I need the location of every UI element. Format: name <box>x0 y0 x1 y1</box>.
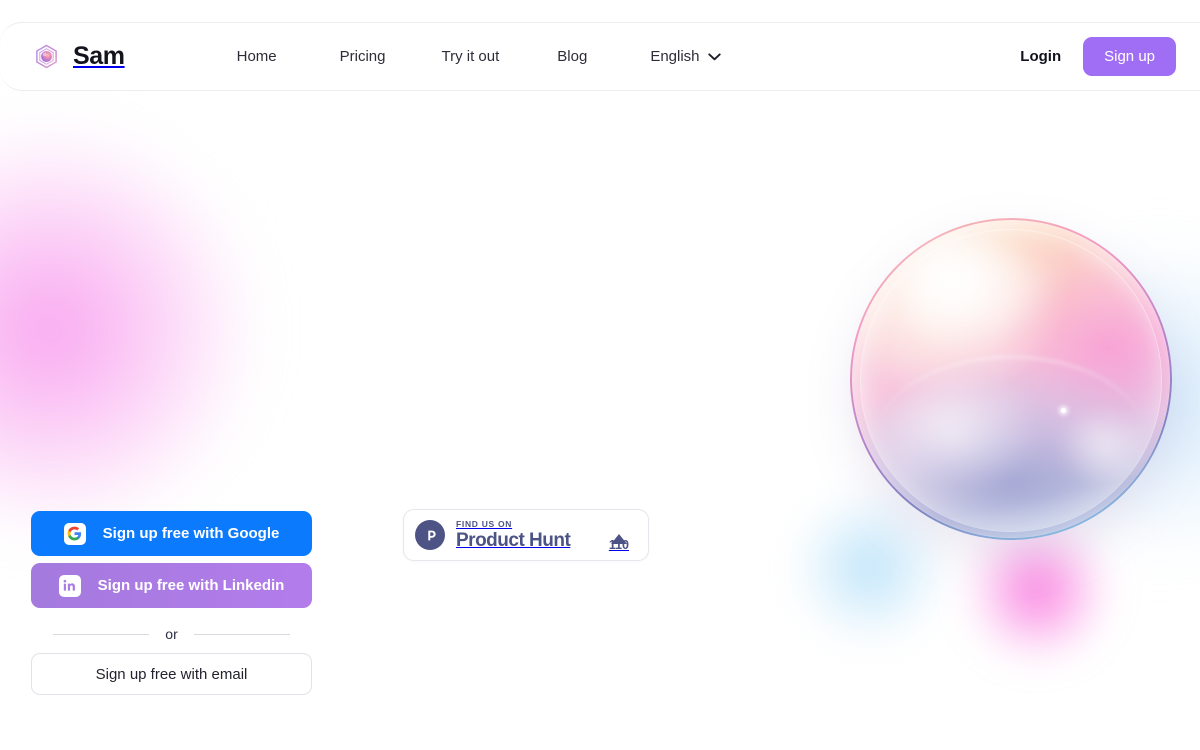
nav-home[interactable]: Home <box>237 42 277 71</box>
product-hunt-upvote-count: 110 <box>608 538 629 553</box>
google-g-icon <box>63 522 86 545</box>
hexagon-gradient-orb-icon <box>31 41 62 72</box>
signup-options: Sign up free with Google Sign up free wi… <box>31 511 312 695</box>
iridescent-bubble-sphere <box>850 218 1172 540</box>
linkedin-in-icon <box>58 574 81 597</box>
divider-line-left <box>53 633 150 635</box>
header-actions: Login Sign up <box>1020 37 1176 76</box>
product-hunt-p-icon <box>415 520 445 550</box>
bubble-highlight-top <box>901 240 1050 350</box>
divider-line-right <box>193 633 291 635</box>
product-hunt-badge[interactable]: FIND US ON Product Hunt 110 <box>403 509 649 561</box>
main-navigation: Home Pricing Try it out Blog English <box>237 42 721 71</box>
signup-email-button[interactable]: Sign up free with email <box>31 653 312 695</box>
product-hunt-upvote[interactable]: 110 <box>608 517 629 553</box>
signup-google-label: Sign up free with Google <box>102 525 280 542</box>
brand-logo-link[interactable]: Sam <box>31 41 125 72</box>
signup-google-button[interactable]: Sign up free with Google <box>31 511 312 556</box>
product-hunt-eyebrow: FIND US ON <box>456 518 513 529</box>
nav-blog[interactable]: Blog <box>557 42 587 71</box>
brand-name: Sam <box>73 42 125 70</box>
signup-button[interactable]: Sign up <box>1083 37 1176 76</box>
signup-linkedin-button[interactable]: Sign up free with Linkedin <box>31 563 312 608</box>
nav-pricing[interactable]: Pricing <box>340 42 386 71</box>
site-header: Sam Home Pricing Try it out Blog English… <box>0 22 1200 91</box>
landing-page: Sam Home Pricing Try it out Blog English… <box>0 0 1200 750</box>
bubble-specular-dot <box>1060 407 1066 413</box>
divider-label: or <box>165 626 178 642</box>
chevron-down-icon <box>707 48 721 66</box>
product-hunt-text: FIND US ON Product Hunt <box>456 518 571 552</box>
nav-try-it-out[interactable]: Try it out <box>441 42 499 71</box>
or-divider: or <box>31 626 312 642</box>
login-link[interactable]: Login <box>1020 48 1061 65</box>
product-hunt-title: Product Hunt <box>456 530 571 552</box>
language-label: English <box>650 48 700 65</box>
language-selector[interactable]: English <box>650 42 721 71</box>
bubble-highlight-right <box>1056 404 1153 489</box>
signup-linkedin-label: Sign up free with Linkedin <box>97 577 285 594</box>
pink-blob-left <box>0 130 250 530</box>
